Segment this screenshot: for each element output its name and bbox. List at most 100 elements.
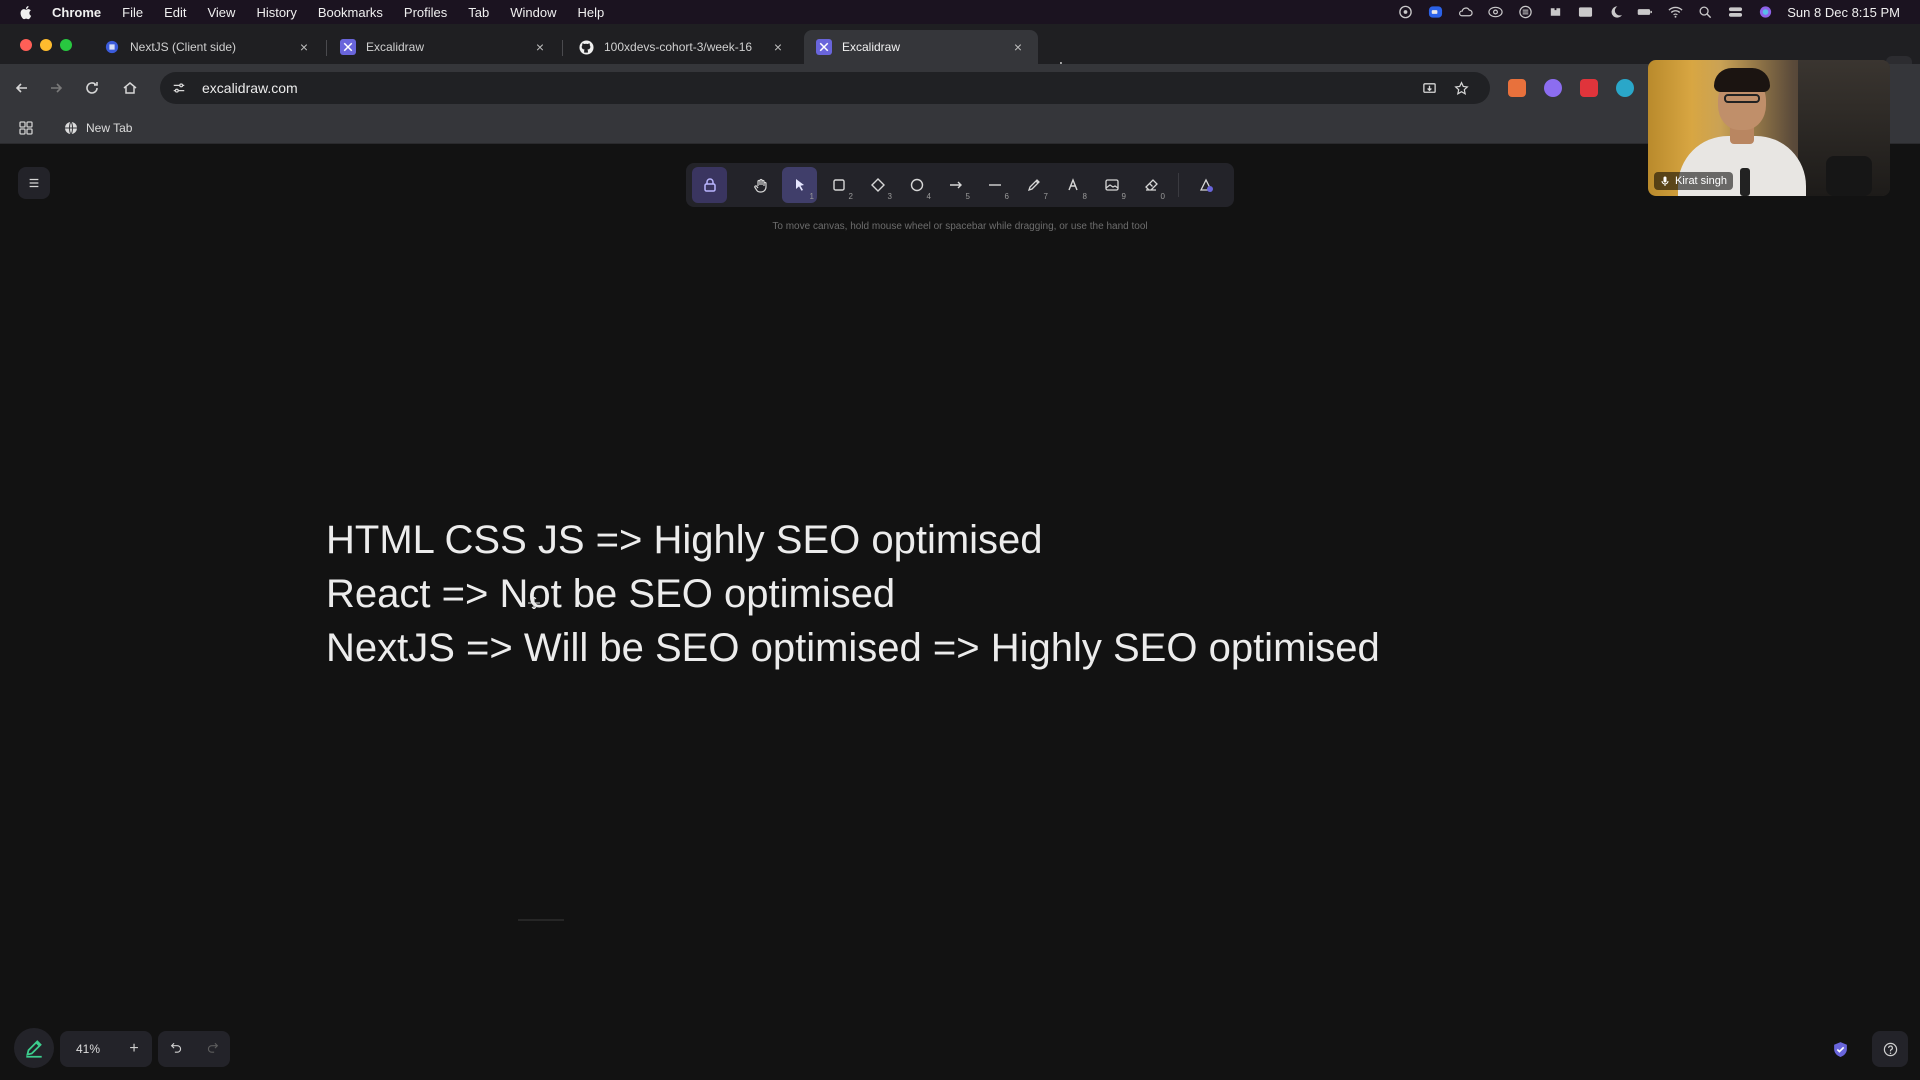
ellipse-icon [910,178,923,192]
redo-icon [207,1042,218,1053]
minimize-window-button[interactable] [40,39,52,51]
zoom-level[interactable]: 41% [60,1042,116,1056]
tool-lock-button[interactable] [692,167,727,203]
tool-arrow-button[interactable]: 5 [938,167,973,203]
lock-icon [703,178,716,192]
excalidraw-canvas[interactable]: 1 2 3 4 5 6 7 8 9 0 To move canvas, hold… [0,145,1920,1080]
tab-title: Excalidraw [366,40,425,54]
metamask-extension-icon[interactable] [1508,79,1526,97]
control-center-icon[interactable] [1727,5,1743,19]
menu-file[interactable]: File [122,5,143,20]
shapes-library-icon [1200,178,1214,192]
pointer-icon [795,179,804,191]
display-icon[interactable] [1577,5,1593,19]
shortcut-key: 2 [848,192,853,201]
apps-grid-icon[interactable] [18,120,34,136]
menu-app-chrome[interactable]: Chrome [52,5,101,20]
menu-history[interactable]: History [256,5,296,20]
tool-hand-button[interactable] [743,167,778,203]
menu-circle-icon[interactable] [1517,5,1533,19]
close-window-button[interactable] [20,39,32,51]
redo-button[interactable] [206,1040,219,1058]
back-button[interactable] [12,78,32,98]
undo-button[interactable] [170,1040,183,1058]
forward-button[interactable] [46,78,66,98]
more-tools-button[interactable] [1189,167,1224,203]
menu-tab[interactable]: Tab [468,5,489,20]
help-button[interactable] [1872,1031,1908,1067]
shortcut-key: 0 [1160,192,1165,201]
reload-button[interactable] [82,78,102,98]
canvas-text-element[interactable]: HTML CSS JS => Highly SEO optimised Reac… [326,513,1380,675]
canvas-text-line[interactable]: HTML CSS JS => Highly SEO optimised [326,513,1380,567]
extension-icon[interactable] [1544,79,1562,97]
home-icon [123,82,137,94]
hand-icon [753,178,767,193]
tool-selection-button[interactable]: 1 [782,167,817,203]
zoom-in-button[interactable]: + [116,1040,152,1058]
arrow-left-icon [15,83,27,93]
close-tab-icon[interactable]: × [296,39,312,55]
moon-icon[interactable] [1607,5,1623,19]
tool-text-button[interactable]: 8 [1055,167,1090,203]
close-tab-icon[interactable]: × [770,39,786,55]
apple-icon[interactable] [18,4,32,20]
battery-icon[interactable] [1637,5,1653,19]
tool-ellipse-button[interactable]: 4 [899,167,934,203]
screen-share-icon[interactable] [1397,5,1413,19]
bookmark-new-tab[interactable]: New Tab [64,119,132,137]
cloud-icon[interactable] [1457,5,1473,19]
menu-view[interactable]: View [207,5,235,20]
zoom-app-icon[interactable] [1427,5,1443,19]
undo-icon [170,1042,181,1053]
encryption-status-button[interactable] [1826,1035,1854,1063]
tool-diamond-button[interactable]: 3 [860,167,895,203]
tab-nextjs-client-side[interactable]: NextJS (Client side) × [92,30,324,64]
menu-help[interactable]: Help [578,5,605,20]
tool-draw-button[interactable]: 7 [1016,167,1051,203]
puzzle-icon[interactable] [1547,5,1563,19]
webcam-person-glasses [1724,94,1760,103]
clock[interactable]: Sun 8 Dec 8:15 PM [1787,5,1900,20]
bookmark-label: New Tab [86,121,133,135]
tool-rectangle-button[interactable]: 2 [821,167,856,203]
home-button[interactable] [120,78,140,98]
install-app-icon[interactable] [1420,79,1438,97]
webcam-overlay: Kirat singh [1648,60,1890,196]
menu-window[interactable]: Window [510,5,556,20]
spotlight-search-icon[interactable] [1697,5,1713,19]
close-tab-icon[interactable]: × [532,39,548,55]
canvas-text-line[interactable]: NextJS => Will be SEO optimised => Highl… [326,621,1380,675]
tool-eraser-button[interactable]: 0 [1133,167,1168,203]
shortcut-key: 6 [1004,192,1009,201]
siri-icon[interactable] [1757,5,1773,19]
shortcut-key: 4 [926,192,931,201]
main-menu-button[interactable] [18,167,50,199]
close-tab-icon[interactable]: × [1010,39,1026,55]
tab-title: 100xdevs-cohort-3/week-16 [604,40,753,54]
canvas-text-line[interactable]: React => Not be SEO optimised [326,567,1380,621]
tab-separator [562,40,563,56]
menu-edit[interactable]: Edit [164,5,186,20]
webcam-microphone [1740,168,1750,196]
excalidraw-icon [816,39,832,55]
bookmark-star-icon[interactable] [1452,79,1470,97]
wifi-icon[interactable] [1667,5,1683,19]
tool-line-button[interactable]: 6 [977,167,1012,203]
tool-image-button[interactable]: 9 [1094,167,1129,203]
extension-icon[interactable] [1616,79,1634,97]
site-settings-icon[interactable] [172,80,188,96]
pen-mode-button[interactable] [14,1028,54,1068]
extension-icon[interactable] [1580,79,1598,97]
creative-cloud-icon[interactable] [1487,5,1503,19]
menu-profiles[interactable]: Profiles [404,5,447,20]
address-bar[interactable]: excalidraw.com [160,72,1490,104]
browser-toolbar: excalidraw.com [0,64,1920,112]
maximize-window-button[interactable] [60,39,72,51]
shortcut-key: 1 [809,192,814,201]
notion-icon [104,39,120,55]
menu-bookmarks[interactable]: Bookmarks [318,5,383,20]
tab-excalidraw-active[interactable]: Excalidraw × [804,30,1038,64]
tab-github-cohort[interactable]: 100xdevs-cohort-3/week-16 × [566,30,798,64]
tab-excalidraw[interactable]: Excalidraw × [328,30,560,64]
